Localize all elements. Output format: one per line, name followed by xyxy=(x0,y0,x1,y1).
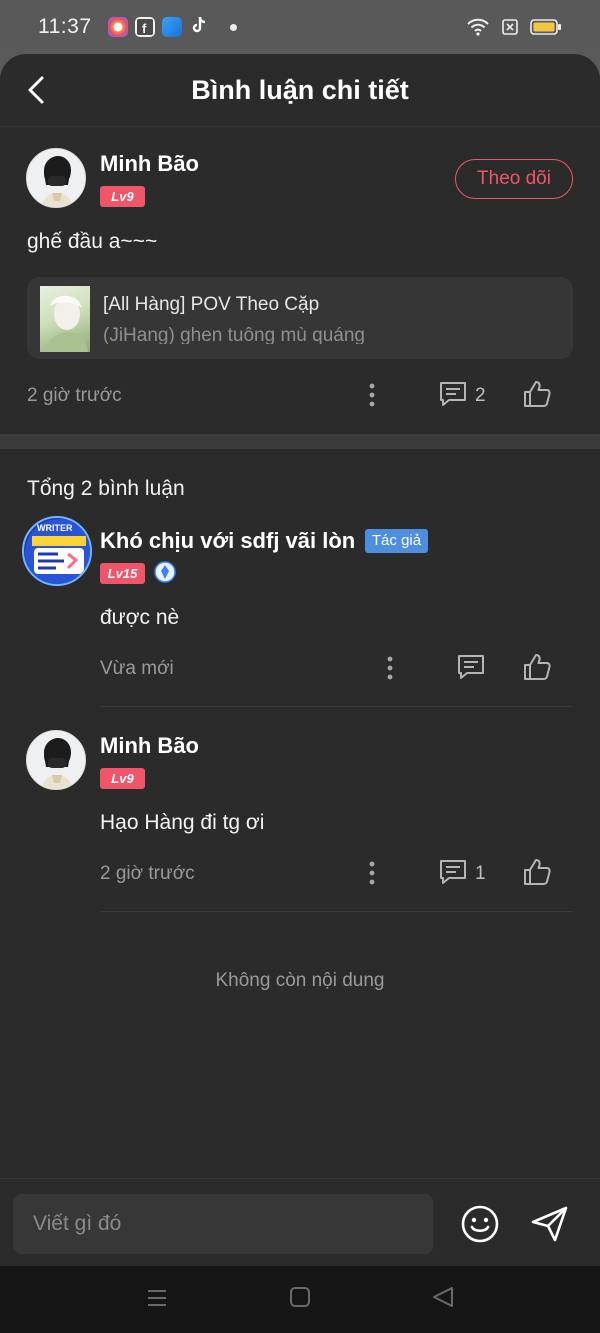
system-status xyxy=(466,17,562,37)
comment-author-name[interactable]: Minh Bão xyxy=(100,733,199,759)
post-like-button[interactable] xyxy=(522,379,552,409)
send-button[interactable] xyxy=(529,1204,571,1244)
comment-input[interactable] xyxy=(13,1194,433,1254)
avatar[interactable] xyxy=(26,148,86,208)
header: Bình luận chi tiết xyxy=(0,54,600,127)
comment-reply-button[interactable] xyxy=(456,653,486,681)
story-card[interactable]: [All Hàng] POV Theo Cặp (JiHang) ghen tu… xyxy=(27,277,573,359)
comment-text: được nè xyxy=(100,606,180,629)
tiktok-icon xyxy=(189,15,209,40)
comment-like-button[interactable] xyxy=(522,857,552,887)
level-badge: Lv9 xyxy=(100,768,145,789)
comment-detail-sheet: Bình luận chi tiết Minh Bão Lv9 Theo dõi… xyxy=(0,54,600,1266)
avatar[interactable] xyxy=(26,730,86,790)
thumbs-up-icon xyxy=(524,654,551,680)
more-vertical-icon xyxy=(387,656,393,680)
system-back-button[interactable] xyxy=(430,1285,456,1309)
comment-reply-count: 1 xyxy=(475,863,486,884)
triangle-back-icon xyxy=(433,1287,453,1307)
comment-divider xyxy=(100,706,573,707)
system-navigation-bar xyxy=(0,1266,600,1333)
send-icon xyxy=(531,1206,568,1242)
post-reply-count: 2 xyxy=(475,385,486,406)
story-subtitle: (JiHang) ghen tuông mù quáng xyxy=(103,325,365,344)
facebook-icon: f xyxy=(134,17,155,37)
wifi-icon xyxy=(467,18,489,36)
app-blue-icon xyxy=(161,17,182,37)
smile-icon xyxy=(461,1205,499,1243)
follow-button[interactable]: Theo dõi xyxy=(455,159,573,199)
comment-icon xyxy=(440,860,466,884)
status-time: 11:37 xyxy=(38,15,92,38)
photos-app-icon xyxy=(107,17,128,37)
comment-icon xyxy=(458,655,484,679)
level-badge: Lv9 xyxy=(100,186,145,207)
comment-divider xyxy=(100,911,573,912)
more-vertical-icon xyxy=(369,861,375,885)
author-tag-badge: Tác giả xyxy=(365,529,428,553)
thumbs-up-icon xyxy=(524,381,551,407)
home-square-icon xyxy=(290,1287,310,1307)
comment-more-button[interactable] xyxy=(378,654,402,682)
post-text: ghế đầu a~~~ xyxy=(27,230,158,253)
total-comments-label: Tổng 2 bình luận xyxy=(27,477,185,500)
thumbs-up-icon xyxy=(524,859,551,885)
more-vertical-icon xyxy=(369,383,375,407)
post-author-name[interactable]: Minh Bão xyxy=(100,151,199,177)
comment-icon xyxy=(440,382,466,406)
notification-icons: f xyxy=(107,15,237,40)
comment-like-button[interactable] xyxy=(522,652,552,682)
recents-button[interactable] xyxy=(145,1286,169,1310)
comment-text: Hạo Hàng đi tg ơi xyxy=(100,811,265,834)
home-button[interactable] xyxy=(288,1285,312,1309)
end-of-content-label: Không còn nội dung xyxy=(215,970,385,991)
comment-timestamp: 2 giờ trước xyxy=(100,863,195,884)
comment-more-button[interactable] xyxy=(360,859,384,887)
emoji-button[interactable] xyxy=(460,1204,500,1244)
comment-composer xyxy=(0,1178,600,1266)
comment-author-name[interactable]: Khó chịu với sdfj vãi lòn xyxy=(100,528,355,554)
avatar-writer-label: WRITER xyxy=(37,523,73,533)
menu-lines-icon xyxy=(148,1290,166,1306)
no-sim-icon xyxy=(502,19,518,35)
page-title: Bình luận chi tiết xyxy=(191,75,409,105)
verified-badge-icon xyxy=(154,561,176,583)
svg-text:f: f xyxy=(142,21,147,36)
battery-icon xyxy=(530,19,561,35)
level-badge: Lv15 xyxy=(100,563,145,584)
post-reply-button[interactable] xyxy=(438,380,468,408)
more-notifications-dot xyxy=(229,23,237,31)
post-timestamp: 2 giờ trước xyxy=(27,385,122,406)
story-title: [All Hàng] POV Theo Cặp xyxy=(103,294,320,315)
story-cover-image xyxy=(40,286,90,352)
comment-timestamp: Vừa mới xyxy=(100,658,174,679)
status-bar: 11:37 f xyxy=(0,0,600,54)
post-more-button[interactable] xyxy=(360,381,384,409)
comment-reply-button[interactable] xyxy=(438,858,468,886)
section-divider xyxy=(0,434,600,449)
